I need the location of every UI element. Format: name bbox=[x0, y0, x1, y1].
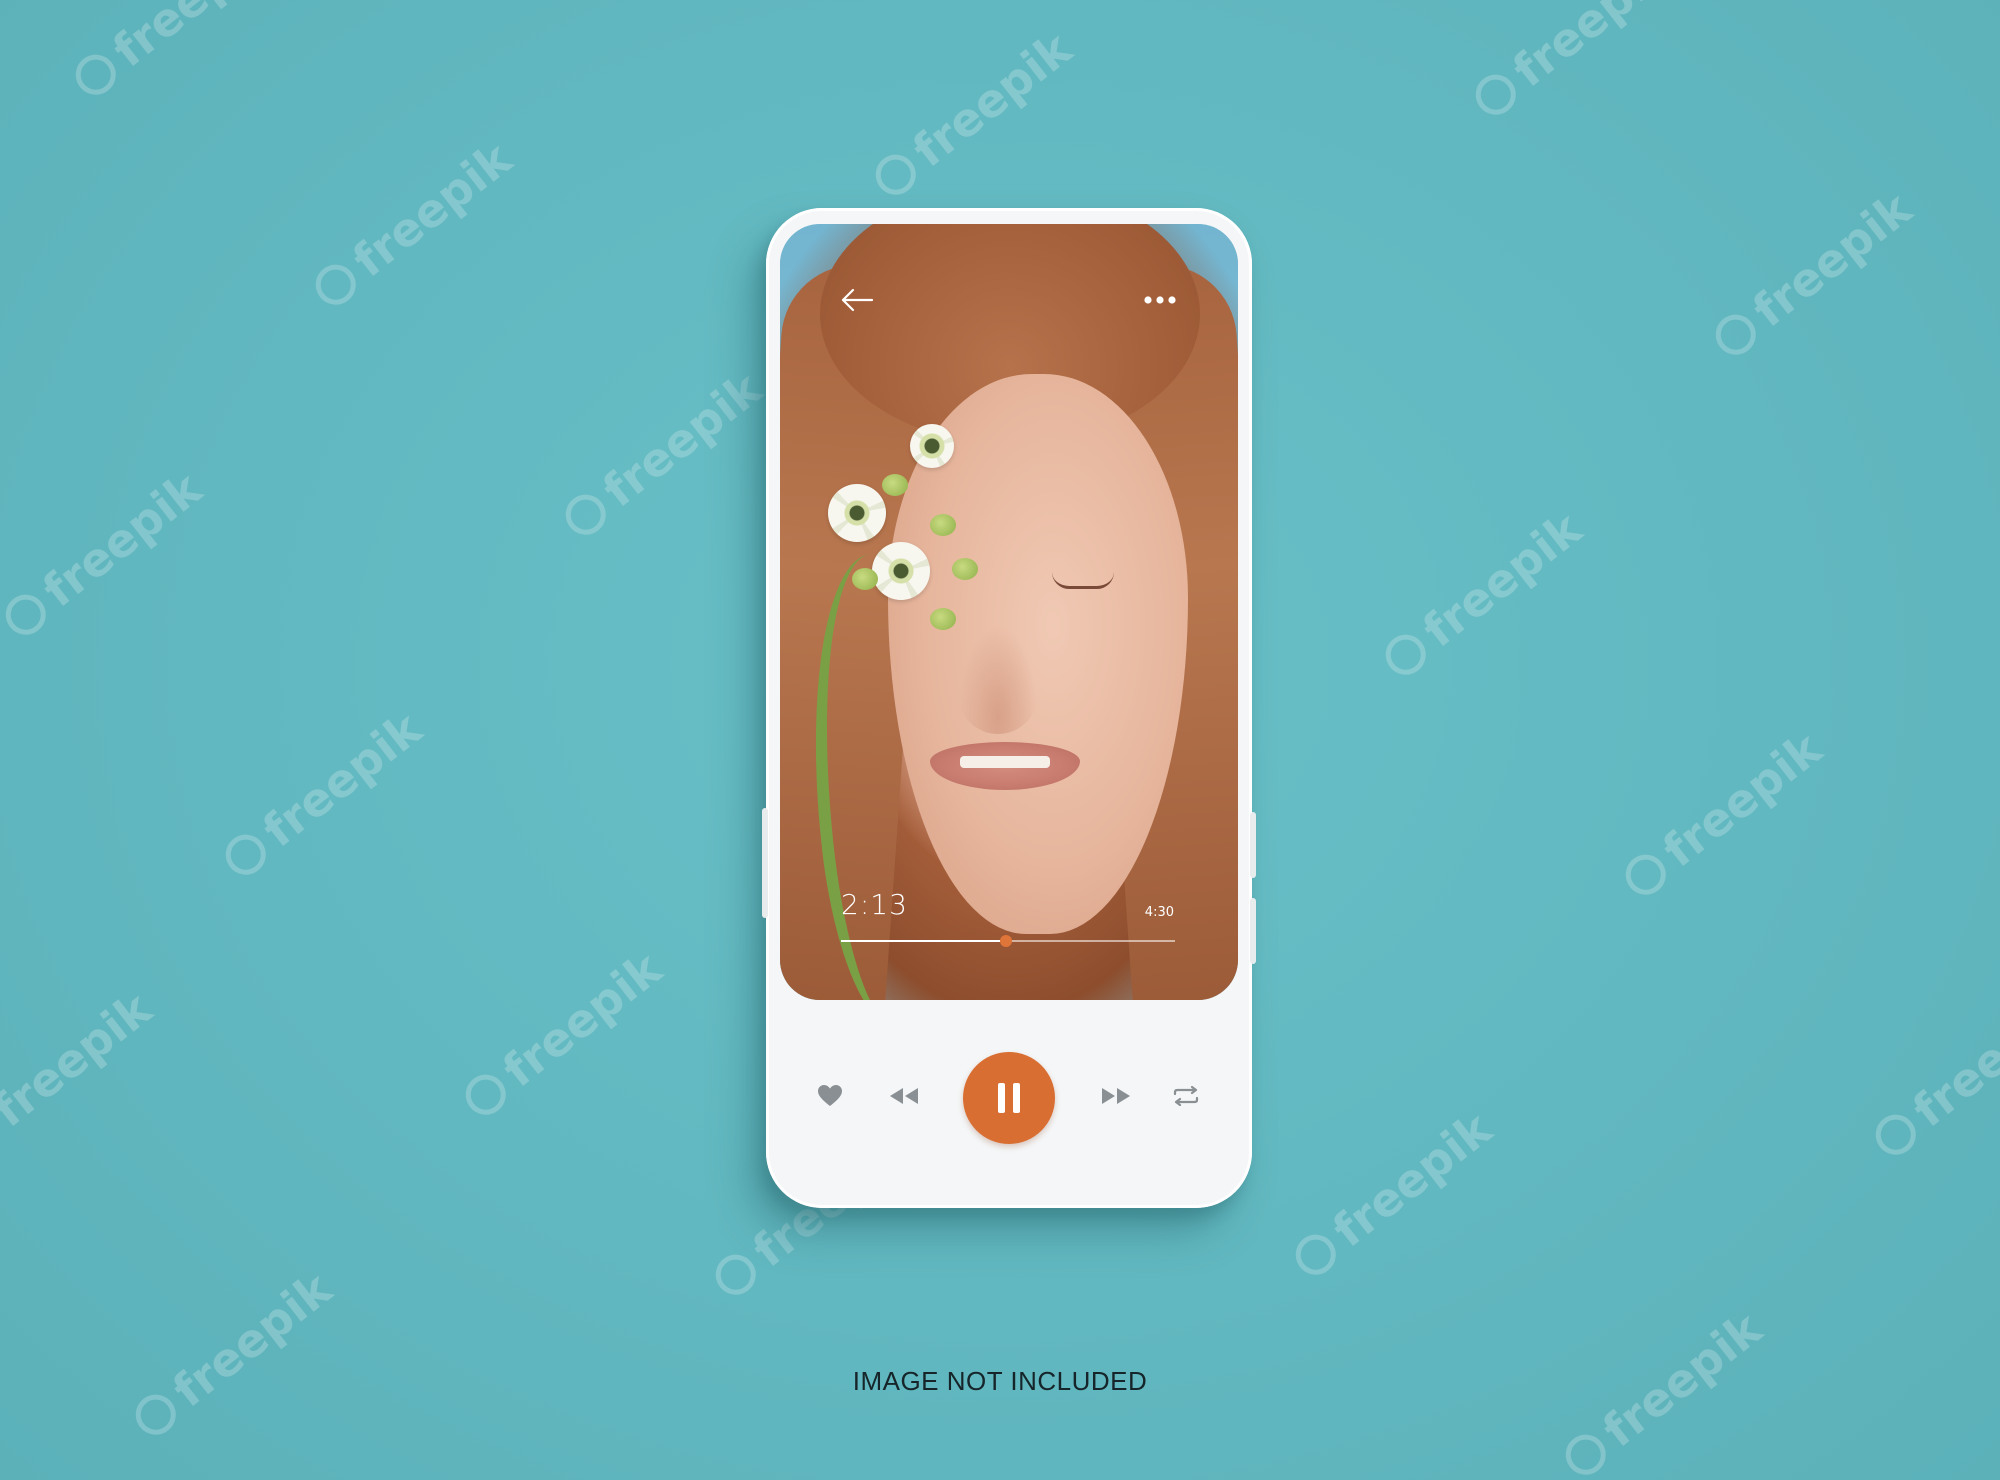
repeat-icon bbox=[1173, 1086, 1199, 1106]
freepik-logo-icon bbox=[1557, 1426, 1614, 1480]
playback-controls bbox=[766, 1044, 1252, 1148]
artwork-flower-bud bbox=[930, 608, 956, 630]
image-not-included-caption: IMAGE NOT INCLUDED bbox=[852, 1366, 1148, 1396]
artwork-teeth bbox=[960, 756, 1050, 768]
freepik-logo-icon bbox=[1467, 66, 1524, 123]
mockup-stage: freepik freepik freepik freepik freepik … bbox=[0, 0, 2000, 1480]
watermark: freepik bbox=[1863, 981, 2000, 1168]
more-options-icon[interactable] bbox=[1142, 294, 1178, 306]
album-artwork-photo bbox=[780, 224, 1238, 1000]
freepik-logo-icon bbox=[1287, 1226, 1344, 1283]
freepik-logo-icon bbox=[1377, 626, 1434, 683]
phone-volume-down-button bbox=[1250, 898, 1256, 964]
freepik-logo-icon bbox=[867, 146, 924, 203]
freepik-logo-icon bbox=[557, 486, 614, 543]
freepik-logo-icon bbox=[1617, 846, 1674, 903]
watermark: freepik bbox=[1463, 0, 1681, 128]
artwork-flower bbox=[872, 542, 930, 600]
current-time: 2:13 bbox=[841, 888, 908, 921]
total-duration: 4:30 bbox=[1144, 905, 1174, 920]
watermark: freepik bbox=[1613, 721, 1831, 908]
heart-icon bbox=[818, 1085, 842, 1106]
repeat-button[interactable] bbox=[1166, 1076, 1206, 1116]
phone-side-button bbox=[762, 808, 768, 918]
artwork-closed-eye bbox=[1052, 572, 1114, 589]
watermark: freepik bbox=[1703, 181, 1921, 368]
player-top-bar bbox=[780, 224, 1238, 324]
phone-volume-up-button bbox=[1250, 812, 1256, 878]
album-artwork-screen: 2:13 4:30 bbox=[780, 224, 1238, 1000]
watermark: freepik bbox=[0, 981, 161, 1168]
watermark: freepik bbox=[123, 1261, 341, 1448]
back-arrow-icon[interactable] bbox=[840, 288, 874, 312]
progress-scrubber-handle[interactable] bbox=[999, 935, 1012, 947]
freepik-logo-icon bbox=[0, 1106, 4, 1163]
artwork-flower-bud bbox=[952, 558, 978, 580]
watermark: freepik bbox=[553, 361, 771, 548]
artwork-flower-bud bbox=[882, 474, 908, 496]
freepik-logo-icon bbox=[457, 1066, 514, 1123]
artwork-flower-bud bbox=[852, 568, 878, 590]
watermark: freepik bbox=[1373, 501, 1591, 688]
freepik-logo-icon bbox=[217, 826, 274, 883]
artwork-flower bbox=[910, 424, 954, 468]
artwork-nose bbox=[958, 624, 1038, 734]
pause-button[interactable] bbox=[963, 1052, 1055, 1144]
rewind-icon bbox=[890, 1088, 918, 1104]
artwork-flower-bud bbox=[930, 514, 956, 536]
watermark: freepik bbox=[863, 21, 1081, 208]
playback-progress-bar[interactable] bbox=[841, 935, 1175, 947]
freepik-logo-icon bbox=[1707, 306, 1764, 363]
watermark: freepik bbox=[0, 461, 211, 648]
like-button[interactable] bbox=[810, 1076, 850, 1116]
watermark: freepik bbox=[1283, 1101, 1501, 1288]
progress-fill bbox=[841, 940, 1006, 942]
pause-icon bbox=[998, 1083, 1020, 1113]
watermark: freepik bbox=[213, 701, 431, 888]
watermark: freepik bbox=[453, 941, 671, 1128]
watermark: freepik bbox=[63, 0, 281, 108]
watermark: freepik bbox=[303, 131, 521, 318]
phone-mockup: 2:13 4:30 bbox=[762, 208, 1256, 1208]
freepik-logo-icon bbox=[307, 256, 364, 313]
freepik-logo-icon bbox=[707, 1246, 764, 1303]
freepik-logo-icon bbox=[1867, 1106, 1924, 1163]
previous-button[interactable] bbox=[884, 1076, 924, 1116]
artwork-flower bbox=[828, 484, 886, 542]
freepik-logo-icon bbox=[0, 586, 54, 643]
fast-forward-icon bbox=[1102, 1088, 1130, 1104]
freepik-logo-icon bbox=[67, 46, 124, 103]
next-button[interactable] bbox=[1096, 1076, 1136, 1116]
